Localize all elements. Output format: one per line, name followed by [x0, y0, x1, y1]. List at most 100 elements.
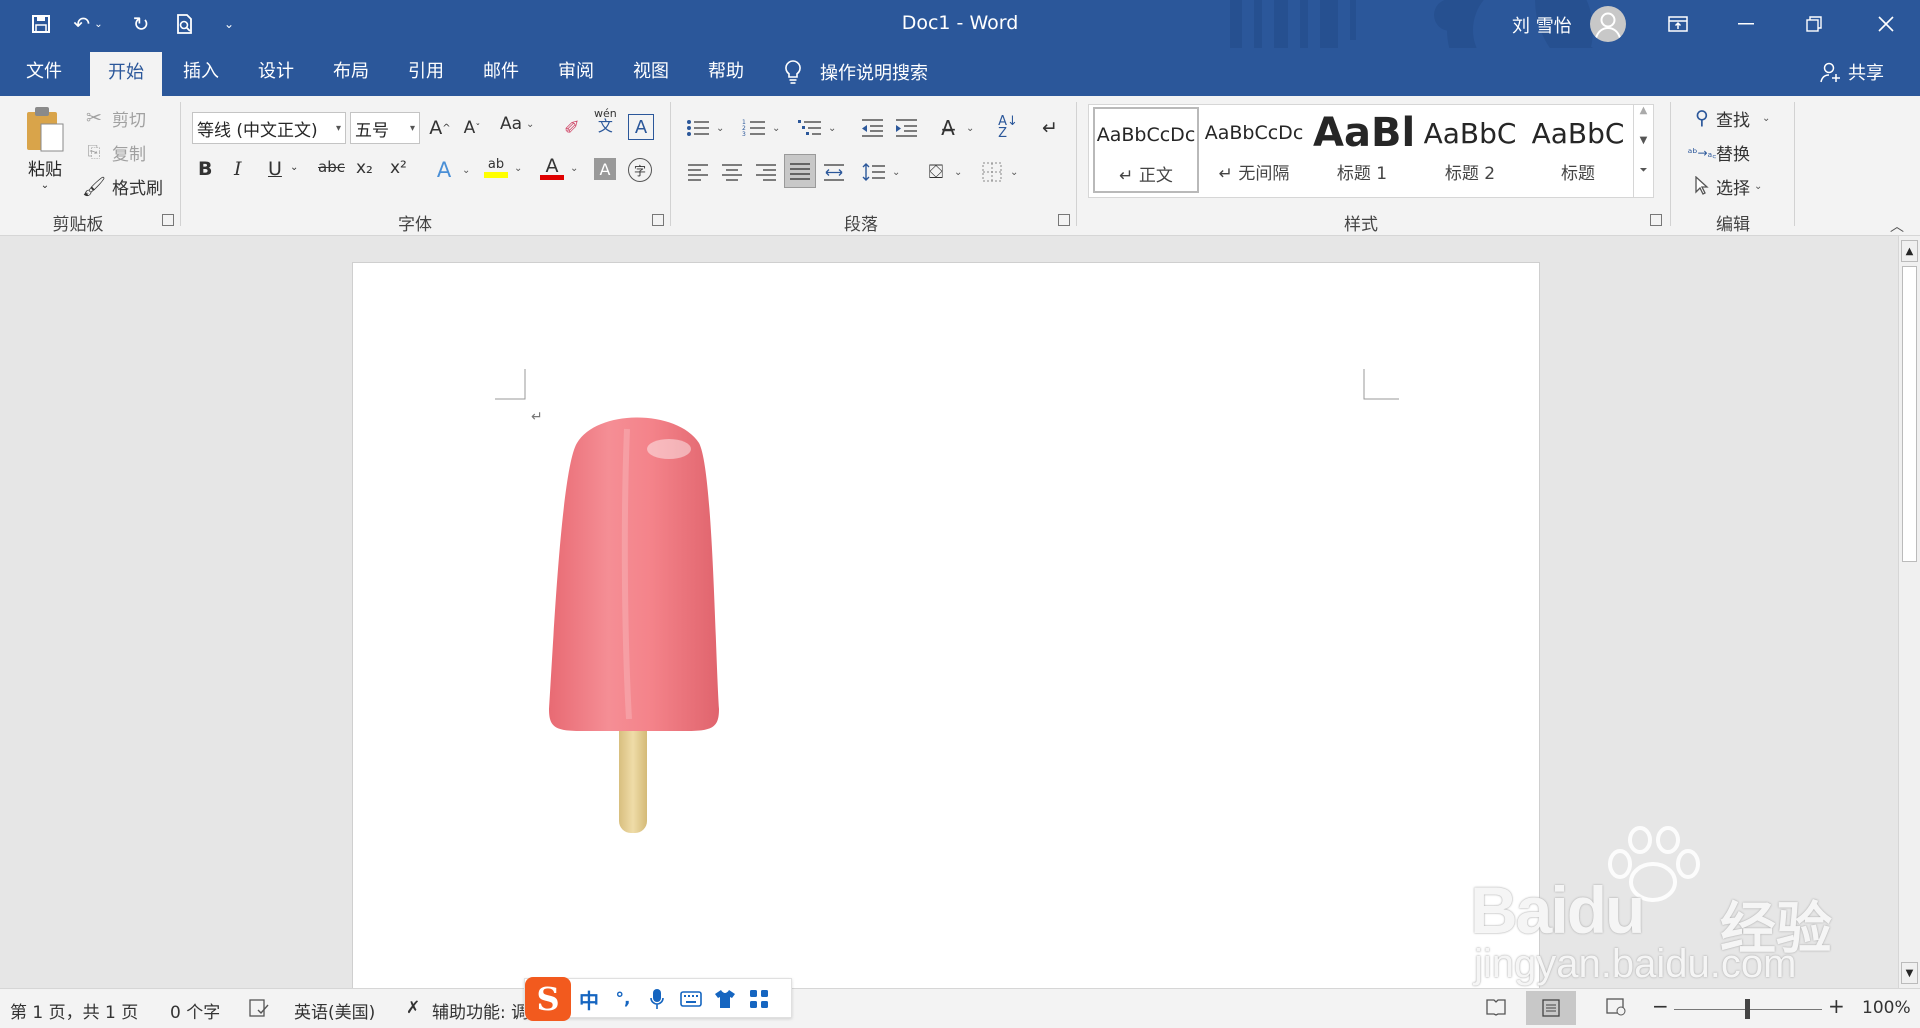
clear-formatting-button[interactable]: ✐: [558, 114, 586, 142]
align-right-button[interactable]: [752, 158, 780, 186]
microphone-icon[interactable]: [643, 985, 671, 1013]
user-name[interactable]: 刘 雪怡: [1512, 12, 1572, 38]
character-border-icon[interactable]: A: [628, 114, 654, 140]
keyboard-icon[interactable]: [677, 985, 705, 1013]
shading-button[interactable]: ⛋ ⌄: [922, 158, 963, 186]
accessibility-status[interactable]: 辅助功能: 调: [432, 998, 532, 1023]
tab-insert[interactable]: 插入: [165, 48, 237, 96]
zoom-in-button[interactable]: +: [1828, 994, 1845, 1018]
decrease-indent-button[interactable]: [858, 114, 886, 142]
skin-shirt-icon[interactable]: [711, 985, 739, 1013]
paragraph-launcher-icon[interactable]: [1058, 214, 1070, 226]
web-layout-icon[interactable]: [1606, 998, 1626, 1021]
zoom-out-button[interactable]: −: [1652, 994, 1669, 1018]
toolbox-grid-icon[interactable]: [745, 985, 773, 1013]
styles-launcher-icon[interactable]: [1650, 214, 1662, 226]
phonetic-guide-button[interactable]: wén 文: [594, 108, 617, 134]
tab-references[interactable]: 引用: [390, 48, 462, 96]
close-icon[interactable]: [1852, 0, 1920, 48]
word-count[interactable]: 0 个字: [170, 998, 220, 1023]
replace-button[interactable]: ᵃᵇ→ₐ꜀ 替换: [1688, 138, 1750, 166]
increase-indent-button[interactable]: [892, 114, 920, 142]
tab-help[interactable]: 帮助: [690, 48, 762, 96]
highlight-button[interactable]: ab ⌄: [482, 154, 522, 182]
underline-button[interactable]: U: [268, 158, 282, 180]
asian-layout-button[interactable]: A̶ ⌄: [934, 114, 974, 142]
format-painter-button[interactable]: 🖌 格式刷: [80, 172, 163, 200]
style-no-spacing[interactable]: AaBbCcDc ↵ 无间隔: [1201, 107, 1307, 193]
scroll-down-icon[interactable]: ▼: [1634, 135, 1653, 165]
print-layout-button[interactable]: [1526, 991, 1576, 1025]
paste-button[interactable]: 粘贴 ⌄: [18, 104, 72, 204]
style-title[interactable]: AaBbC 标题: [1525, 107, 1631, 193]
gallery-more-icon[interactable]: ⏷: [1634, 165, 1653, 195]
scrollbar-thumb[interactable]: [1902, 266, 1917, 562]
ime-punctuation[interactable]: °,: [609, 985, 637, 1013]
cut-button[interactable]: ✂ 剪切: [80, 104, 146, 132]
strikethrough-button[interactable]: abc: [318, 158, 345, 176]
align-left-button[interactable]: [684, 158, 712, 186]
align-center-button[interactable]: [718, 158, 746, 186]
change-case-button[interactable]: Aa ⌄: [500, 114, 534, 134]
tab-file[interactable]: 文件: [8, 48, 80, 96]
scroll-up-icon[interactable]: ▲: [1634, 105, 1653, 135]
ime-mode-zh[interactable]: 中: [575, 985, 603, 1013]
tab-layout[interactable]: 布局: [315, 48, 387, 96]
read-mode-icon[interactable]: [1486, 998, 1506, 1021]
text-effects-button[interactable]: A ⌄: [430, 156, 471, 184]
ribbon-display-options-icon[interactable]: [1644, 0, 1712, 48]
minimize-icon[interactable]: [1712, 0, 1780, 48]
numbering-button[interactable]: 1 2 3 ⌄: [740, 114, 780, 142]
language-status[interactable]: 英语(美国): [294, 998, 375, 1023]
enclose-characters-button[interactable]: 字: [628, 158, 652, 182]
style-heading-2[interactable]: AaBbC 标题 2: [1417, 107, 1523, 193]
avatar[interactable]: [1590, 6, 1626, 42]
sogou-logo-icon[interactable]: S: [525, 977, 571, 1021]
scroll-down-icon[interactable]: ▼: [1901, 962, 1918, 984]
zoom-level[interactable]: 100%: [1862, 998, 1911, 1018]
font-name-combo[interactable]: 等线 (中文正文) ▾: [192, 112, 346, 144]
style-normal[interactable]: AaBbCcDc ↵ 正文: [1093, 107, 1199, 193]
copy-button[interactable]: ⎘ 复制: [80, 138, 146, 166]
line-spacing-button[interactable]: ⌄: [860, 158, 900, 186]
character-shading-icon[interactable]: A: [594, 158, 616, 180]
show-hide-marks-button[interactable]: ↵: [1036, 114, 1064, 142]
page-count[interactable]: 第 1 页，共 1 页: [10, 998, 138, 1023]
sort-button[interactable]: A↓ Z: [994, 114, 1022, 142]
tab-mailings[interactable]: 邮件: [465, 48, 537, 96]
clipboard-launcher-icon[interactable]: [162, 214, 174, 226]
font-size-combo[interactable]: 五号 ▾: [350, 112, 420, 144]
tab-view[interactable]: 视图: [615, 48, 687, 96]
select-button[interactable]: 选择 ⌄: [1688, 172, 1762, 200]
chevron-down-icon: ⌄: [892, 166, 901, 178]
tell-me-search[interactable]: 操作说明搜索: [782, 56, 928, 88]
shrink-font-button[interactable]: Aˇ: [458, 114, 486, 142]
style-heading-1[interactable]: AaBl 标题 1: [1309, 107, 1415, 193]
grow-font-button[interactable]: A ^: [426, 114, 454, 142]
find-button[interactable]: ⚲ 查找 ⌄: [1688, 104, 1770, 132]
bullets-button[interactable]: ⌄: [684, 114, 724, 142]
font-color-button[interactable]: A ⌄: [538, 154, 578, 182]
font-launcher-icon[interactable]: [652, 214, 664, 226]
zoom-slider-thumb[interactable]: [1745, 999, 1750, 1019]
chevron-down-icon[interactable]: ⌄: [290, 162, 298, 173]
restore-icon[interactable]: [1780, 0, 1848, 48]
proofing-icon[interactable]: [248, 998, 270, 1023]
document-page[interactable]: ↵: [352, 262, 1540, 1002]
justify-button[interactable]: [784, 154, 816, 188]
multilevel-list-button[interactable]: ⌄: [796, 114, 836, 142]
tab-review[interactable]: 审阅: [540, 48, 612, 96]
italic-button[interactable]: I: [234, 158, 242, 180]
share-button[interactable]: 共享: [1820, 56, 1884, 88]
subscript-button[interactable]: x₂: [356, 158, 373, 178]
bold-button[interactable]: B: [198, 158, 212, 180]
distributed-button[interactable]: [820, 158, 848, 186]
scroll-up-icon[interactable]: ▲: [1901, 240, 1918, 262]
superscript-button[interactable]: x²: [390, 158, 407, 178]
popsicle-image[interactable]: [537, 409, 737, 835]
tab-design[interactable]: 设计: [240, 48, 312, 96]
tab-home[interactable]: 开始: [90, 52, 162, 96]
collapse-ribbon-icon[interactable]: ︿: [1890, 216, 1904, 236]
borders-button[interactable]: ⌄: [978, 158, 1018, 186]
vertical-scrollbar[interactable]: ▲ ▼: [1898, 236, 1920, 988]
